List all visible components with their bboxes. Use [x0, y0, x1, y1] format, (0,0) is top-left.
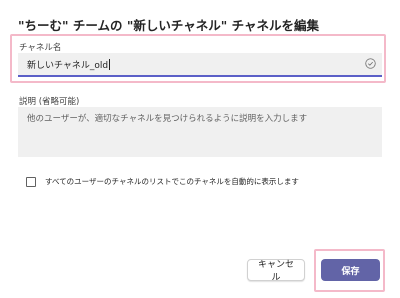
description-input[interactable]: 他のユーザーが、適切なチャネルを見つけられるように説明を入力します — [18, 107, 382, 157]
description-label: 説明 (省略可能) — [19, 97, 80, 107]
channel-name-input[interactable]: 新しいチャネル_old — [18, 53, 382, 77]
channel-name-value: 新しいチャネル_old — [27, 61, 109, 71]
save-button[interactable]: 保存 — [321, 259, 380, 281]
auto-show-checkbox[interactable] — [26, 177, 36, 187]
dialog-title: "ちーむ" チームの "新しいチャネル" チャネルを編集 — [18, 18, 319, 33]
cancel-button[interactable]: キャンセル — [247, 259, 305, 283]
auto-show-checkbox-label[interactable]: すべてのユーザーのチャネルのリストでこのチャネルを自動的に表示します — [45, 176, 299, 187]
description-placeholder: 他のユーザーが、適切なチャネルを見つけられるように説明を入力します — [27, 114, 308, 124]
channel-name-value-wrap: 新しいチャネル_old — [27, 58, 111, 71]
edit-channel-dialog: "ちーむ" チームの "新しいチャネル" チャネルを編集 チャネル名 新しいチャ… — [0, 0, 400, 298]
check-circle-icon — [365, 58, 376, 69]
channel-name-label: チャネル名 — [19, 43, 62, 53]
text-caret — [109, 59, 111, 70]
